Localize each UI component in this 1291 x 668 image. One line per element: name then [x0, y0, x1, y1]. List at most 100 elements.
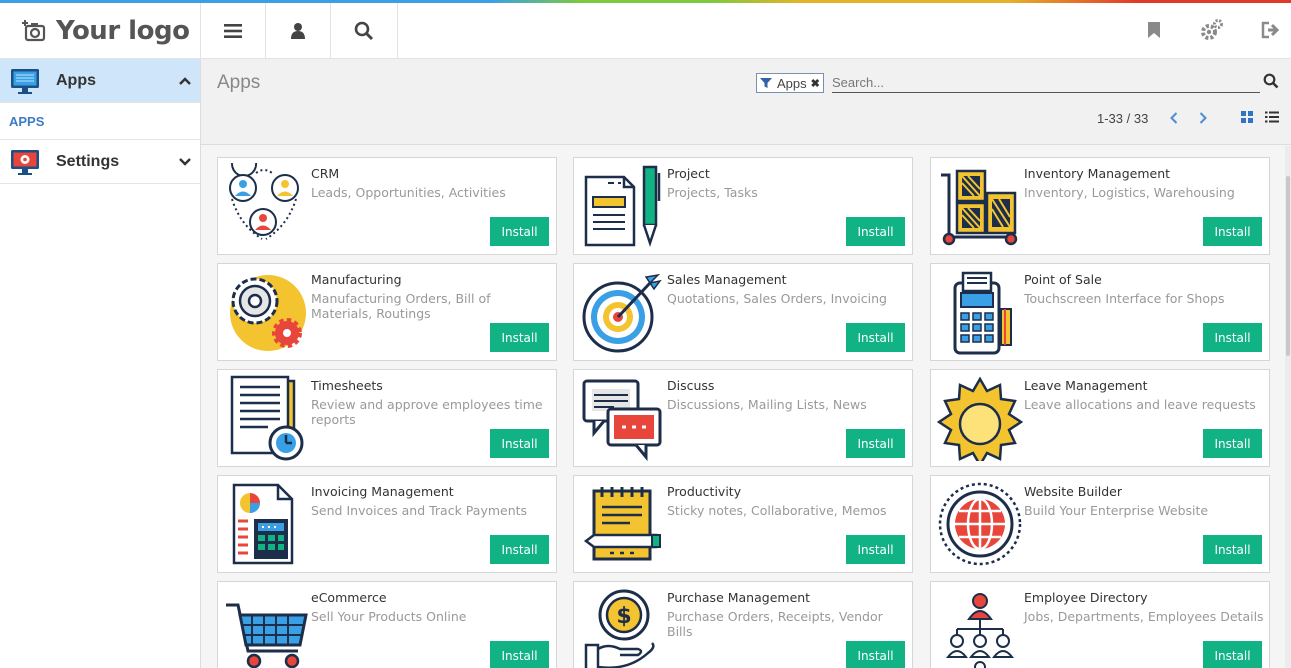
user-button[interactable] — [266, 3, 331, 59]
list-view-button[interactable] — [1265, 109, 1281, 125]
sidebar-item-settings[interactable]: Settings — [0, 140, 200, 184]
svg-text:$: $ — [616, 604, 631, 629]
app-description: Build Your Enterprise Website — [1024, 503, 1209, 518]
coin-hand-icon: $ — [580, 587, 666, 668]
bookmark-icon — [1148, 22, 1160, 38]
app-name: Productivity — [667, 484, 742, 499]
app-name: eCommerce — [311, 590, 387, 605]
app-description: Discussions, Mailing Lists, News — [667, 397, 867, 412]
search-icon — [1263, 73, 1279, 89]
sidebar-item-apps[interactable]: Apps — [0, 59, 200, 103]
pager-previous-button[interactable] — [1164, 108, 1184, 128]
app-name: Discuss — [667, 378, 715, 393]
install-button[interactable]: Install — [490, 429, 549, 458]
sidebar-item-label: Settings — [56, 152, 120, 170]
chevron-down-icon[interactable] — [170, 154, 200, 170]
user-icon — [291, 23, 305, 39]
install-button[interactable]: Install — [1203, 429, 1262, 458]
install-button[interactable]: Install — [1203, 323, 1262, 352]
app-name: Timesheets — [311, 378, 383, 393]
app-card[interactable]: Employee Directory Jobs, Departments, Emp… — [930, 581, 1270, 668]
app-card[interactable]: Timesheets Review and approve employees t… — [217, 369, 557, 467]
apps-kanban: CRM Leads, Opportunities, Activities Insta… — [201, 146, 1291, 668]
settings-gears-icon — [1201, 19, 1223, 40]
install-button[interactable]: Install — [490, 323, 549, 352]
pager-value[interactable]: 1-33 / 33 — [1097, 111, 1148, 126]
chevron-right-icon — [1199, 112, 1207, 124]
project-icon — [580, 163, 666, 249]
install-button[interactable]: Install — [1203, 217, 1262, 246]
app-description: Review and approve employees time report… — [311, 397, 543, 427]
install-button[interactable]: Install — [846, 429, 905, 458]
app-description: Projects, Tasks — [667, 185, 758, 200]
app-card[interactable]: Leave Management Leave allocations and le… — [930, 369, 1270, 468]
app-card[interactable]: Point of Sale Touchscreen Interface for S… — [930, 263, 1270, 361]
app-card[interactable]: $ Purchase Management Purchase Orders, Rec… — [573, 581, 913, 668]
sales-target-icon — [580, 269, 666, 355]
chevron-up-icon[interactable] — [170, 73, 200, 89]
search-facet[interactable]: Apps ✖ — [756, 73, 824, 93]
settings-button[interactable] — [1198, 15, 1226, 45]
install-button[interactable]: Install — [1203, 535, 1262, 564]
timesheet-icon — [224, 375, 310, 461]
monitor-gear-icon — [11, 149, 39, 175]
globe-icon — [937, 481, 1023, 567]
manufacturing-icon — [224, 269, 310, 355]
facet-remove-icon[interactable]: ✖ — [811, 77, 820, 90]
install-button[interactable]: Install — [490, 641, 549, 668]
crm-icon — [224, 151, 310, 249]
app-name: Project — [667, 166, 710, 181]
app-description: Inventory, Logistics, Warehousing — [1024, 185, 1235, 200]
app-card[interactable]: Sales Management Quotations, Sales Orders… — [573, 263, 913, 361]
app-name: Invoicing Management — [311, 484, 454, 499]
app-card[interactable]: eCommerce Sell Your Products Online Instal… — [217, 581, 557, 668]
invoice-calculator-icon — [224, 481, 310, 567]
app-name: Sales Management — [667, 272, 787, 287]
app-card[interactable]: CRM Leads, Opportunities, Activities Insta… — [217, 151, 557, 255]
sidebar: Apps APPS Settings — [0, 59, 201, 668]
app-card[interactable]: Discuss Discussions, Mailing Lists, News I… — [573, 369, 913, 467]
app-name: Inventory Management — [1024, 166, 1171, 181]
app-card[interactable]: Invoicing Management Send Invoices and Tr… — [217, 475, 557, 573]
pos-terminal-icon — [937, 269, 1023, 355]
install-button[interactable]: Install — [490, 217, 549, 246]
top-navbar: Your logo — [0, 3, 1291, 59]
app-description: Purchase Orders, Receipts, Vendor Bills — [667, 609, 883, 639]
app-name: Employee Directory — [1024, 590, 1148, 605]
install-button[interactable]: Install — [1203, 641, 1262, 668]
bookmark-button[interactable] — [1140, 15, 1168, 45]
logo-text: Your logo — [56, 16, 190, 46]
app-description: Leads, Opportunities, Activities — [311, 185, 506, 200]
logo[interactable]: Your logo — [0, 3, 201, 59]
sidebar-subitem-apps[interactable]: APPS — [0, 103, 200, 140]
install-button[interactable]: Install — [846, 535, 905, 564]
install-button[interactable]: Install — [846, 217, 905, 246]
app-card[interactable]: Website Builder Build Your Enterprise Web… — [930, 475, 1270, 573]
inventory-icon — [937, 163, 1023, 249]
kanban-view-button[interactable] — [1240, 109, 1256, 125]
app-description: Touchscreen Interface for Shops — [1024, 291, 1225, 306]
pager-next-button[interactable] — [1193, 108, 1213, 128]
scrollbar-thumb[interactable] — [1286, 176, 1290, 356]
scrollbar[interactable] — [1285, 146, 1291, 668]
list-view-icon — [1265, 111, 1279, 123]
app-description: Leave allocations and leave requests — [1024, 397, 1256, 412]
app-card[interactable]: Productivity Sticky notes, Collaborative,… — [573, 475, 913, 573]
app-name: Point of Sale — [1024, 272, 1102, 287]
app-card[interactable]: Project Projects, Tasks Install — [573, 157, 913, 255]
logout-icon — [1261, 21, 1280, 39]
facet-label: Apps — [777, 75, 807, 91]
logout-button[interactable] — [1257, 15, 1285, 45]
app-card[interactable]: Inventory Management Inventory, Logistics… — [930, 157, 1270, 255]
sidebar-item-label: Apps — [56, 71, 96, 89]
search-submit-button[interactable] — [1263, 73, 1281, 91]
install-button[interactable]: Install — [490, 535, 549, 564]
menu-toggle-button[interactable] — [201, 3, 266, 59]
install-button[interactable]: Install — [846, 323, 905, 352]
search-toggle-button[interactable] — [331, 3, 398, 59]
app-card[interactable]: Manufacturing Manufacturing Orders, Bill … — [217, 263, 557, 361]
monitor-icon — [11, 68, 39, 94]
search-input[interactable] — [832, 72, 1260, 93]
app-name: Purchase Management — [667, 590, 811, 605]
install-button[interactable]: Install — [846, 641, 905, 668]
